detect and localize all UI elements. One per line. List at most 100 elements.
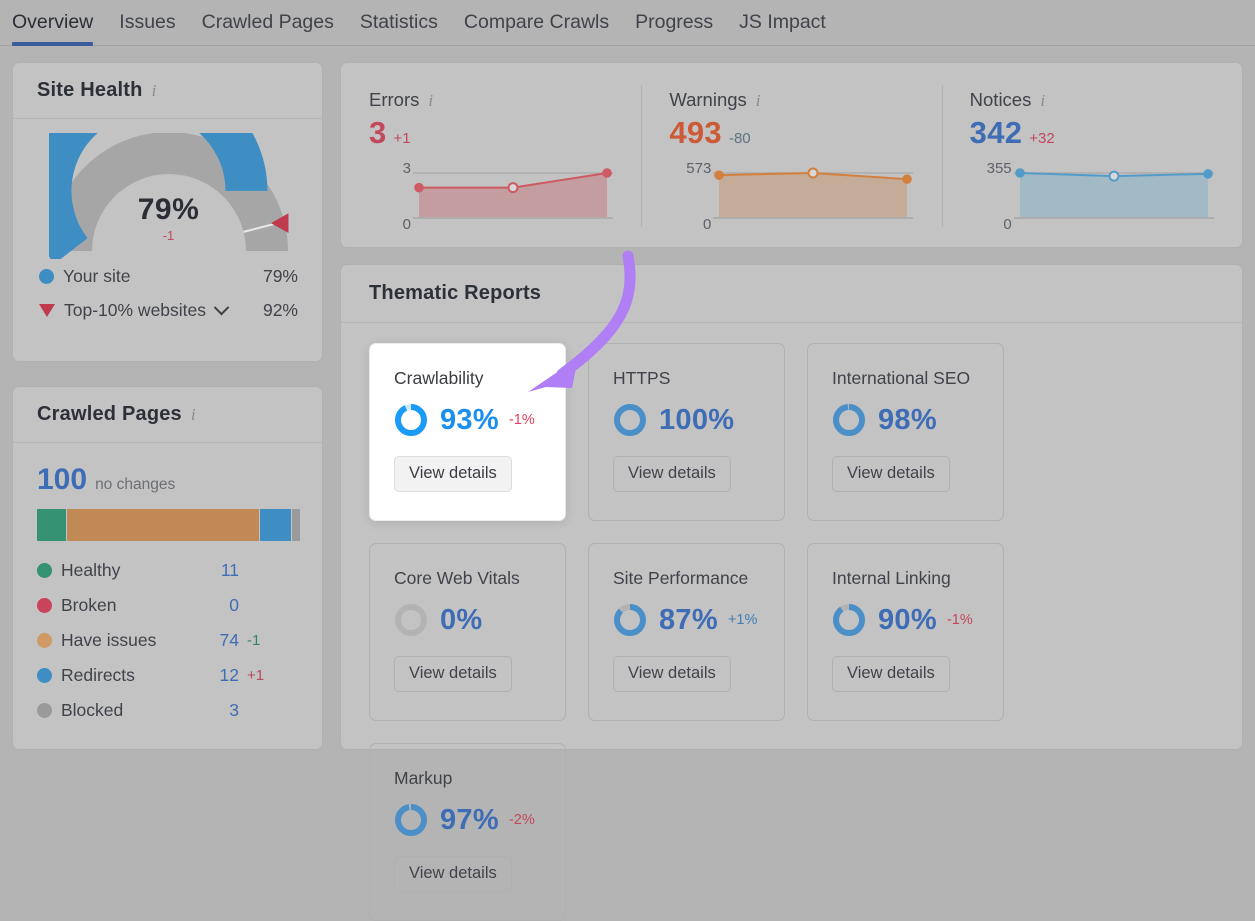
legend-dot-icon (37, 668, 52, 683)
view-details-button[interactable]: View details (394, 456, 512, 492)
bar-segment-have-issues (67, 509, 259, 541)
legend-dot-icon (37, 563, 52, 578)
info-icon[interactable]: i (428, 91, 433, 111)
thematic-card-percent: 97% (440, 804, 499, 837)
metrics-strip: Errorsi3+130Warningsi493-805730Noticesi3… (340, 62, 1243, 248)
thematic-card-delta: -2% (509, 812, 535, 828)
sparkline-svg (713, 165, 913, 225)
bar-segment-healthy (37, 509, 66, 541)
view-details-button[interactable]: View details (613, 456, 731, 492)
sparkline-point[interactable] (1016, 169, 1024, 177)
crawled-pages-legend-row: Healthy11 (37, 553, 298, 588)
thematic-card-https[interactable]: HTTPS100%View details (588, 343, 785, 521)
sparkline-point[interactable] (509, 183, 518, 192)
legend-value: 92% (263, 300, 298, 321)
crawled-pages-panel: Crawled Pages i 100 no changes Healthy11… (12, 386, 323, 750)
axis-max-label: 3 (403, 160, 411, 177)
donut-progress-icon (394, 403, 428, 437)
thematic-card-internal-linking[interactable]: Internal Linking90%-1%View details (807, 543, 1004, 721)
metric-title-text: Errors (369, 89, 419, 110)
thematic-card-title: Markup (394, 768, 565, 789)
legend-dot-icon (37, 598, 52, 613)
crawled-pages-change-note: no changes (95, 476, 175, 494)
donut-progress-icon (394, 603, 428, 637)
thematic-reports-grid: Crawlability93%-1%View detailsHTTPS100%V… (341, 323, 1242, 921)
tab-compare-crawls[interactable]: Compare Crawls (464, 0, 609, 44)
metric-value-row: 493-80 (669, 115, 941, 151)
axis-max-label: 573 (686, 160, 711, 177)
crawled-pages-stacked-bar (37, 509, 300, 541)
legend-label: Top-10% websites (64, 300, 206, 320)
tab-js-impact[interactable]: JS Impact (739, 0, 826, 44)
chevron-down-icon[interactable] (214, 299, 230, 315)
thematic-card-score: 97% -2% (394, 803, 565, 837)
thematic-card-title: Core Web Vitals (394, 568, 565, 589)
metric-title-text: Warnings (669, 89, 746, 110)
crawled-pages-legend-row: Blocked3 (37, 693, 298, 728)
info-icon[interactable]: i (1040, 91, 1045, 111)
view-details-button[interactable]: View details (832, 656, 950, 692)
donut-progress-icon (394, 803, 428, 837)
metric-value: 3 (369, 115, 387, 151)
crawled-pages-header: Crawled Pages i (13, 387, 322, 443)
thematic-card-score: 87% +1% (613, 603, 784, 637)
view-details-button[interactable]: View details (613, 656, 731, 692)
donut-progress-icon (832, 403, 866, 437)
sparkline-point[interactable] (1204, 170, 1212, 178)
info-icon[interactable]: i (191, 405, 196, 425)
sparkline-point[interactable] (1109, 172, 1118, 181)
thematic-card-percent: 93% (440, 404, 499, 437)
info-icon[interactable]: i (152, 81, 157, 101)
donut-progress-icon (832, 603, 866, 637)
sparkline-area (419, 173, 607, 217)
thematic-card-title: HTTPS (613, 368, 784, 389)
sparkline-point[interactable] (716, 171, 724, 179)
tab-statistics[interactable]: Statistics (360, 0, 438, 44)
info-icon[interactable]: i (756, 91, 761, 111)
site-health-gauge: 79% -1 (13, 133, 324, 259)
view-details-button[interactable]: View details (832, 456, 950, 492)
thematic-card-percent: 87% (659, 604, 718, 637)
thematic-reports-title: Thematic Reports (369, 282, 541, 305)
thematic-card-crawlability[interactable]: Crawlability93%-1%View details (369, 343, 566, 521)
thematic-reports-panel: Thematic Reports Crawlability93%-1%View … (340, 264, 1243, 750)
thematic-card-delta: +1% (728, 612, 757, 628)
tab-issues[interactable]: Issues (119, 0, 175, 44)
sparkline-point[interactable] (809, 169, 818, 178)
sparkline-point[interactable] (904, 175, 912, 183)
legend-label: Redirects (61, 665, 209, 686)
sparkline-point[interactable] (603, 169, 611, 177)
legend-dot-icon (37, 703, 52, 718)
axis-min-label: 0 (403, 216, 411, 233)
metric-sparkline: 5730 (669, 165, 901, 225)
thematic-card-site-performance[interactable]: Site Performance87%+1%View details (588, 543, 785, 721)
legend-value: 12 (209, 665, 239, 686)
tab-overview[interactable]: Overview (12, 0, 93, 44)
bar-segment-blocked (292, 509, 300, 541)
view-details-button[interactable]: View details (394, 856, 512, 892)
legend-delta: -1 (247, 632, 260, 649)
thematic-card-delta: -1% (509, 412, 535, 428)
legend-label: Blocked (61, 700, 209, 721)
metric-card-errors: Errorsi3+130 (341, 63, 641, 247)
thematic-reports-header: Thematic Reports (341, 265, 1242, 323)
axis-min-label: 0 (1003, 216, 1011, 233)
metric-value-row: 342+32 (970, 115, 1242, 151)
tab-crawled-pages[interactable]: Crawled Pages (202, 0, 334, 44)
thematic-card-score: 98% (832, 403, 1003, 437)
metric-value-row: 3+1 (369, 115, 641, 151)
tab-progress[interactable]: Progress (635, 0, 713, 44)
thematic-card-international-seo[interactable]: International SEO98%View details (807, 343, 1004, 521)
thematic-card-markup[interactable]: Markup 97% -2% View details (369, 743, 566, 921)
thematic-card-score: 90%-1% (832, 603, 1003, 637)
sparkline-point[interactable] (415, 184, 423, 192)
axis-max-label: 355 (987, 160, 1012, 177)
thematic-card-core-web-vitals[interactable]: Core Web Vitals0%View details (369, 543, 566, 721)
site-health-delta: -1 (13, 228, 324, 243)
metric-value: 493 (669, 115, 722, 151)
view-details-button[interactable]: View details (394, 656, 512, 692)
site-health-legend-row: Your site79% (13, 259, 322, 293)
tab-bar: Overview Issues Crawled Pages Statistics Com… (0, 0, 1255, 46)
thematic-card-score: 93% -1% (394, 403, 565, 437)
legend-value: 79% (263, 266, 298, 287)
